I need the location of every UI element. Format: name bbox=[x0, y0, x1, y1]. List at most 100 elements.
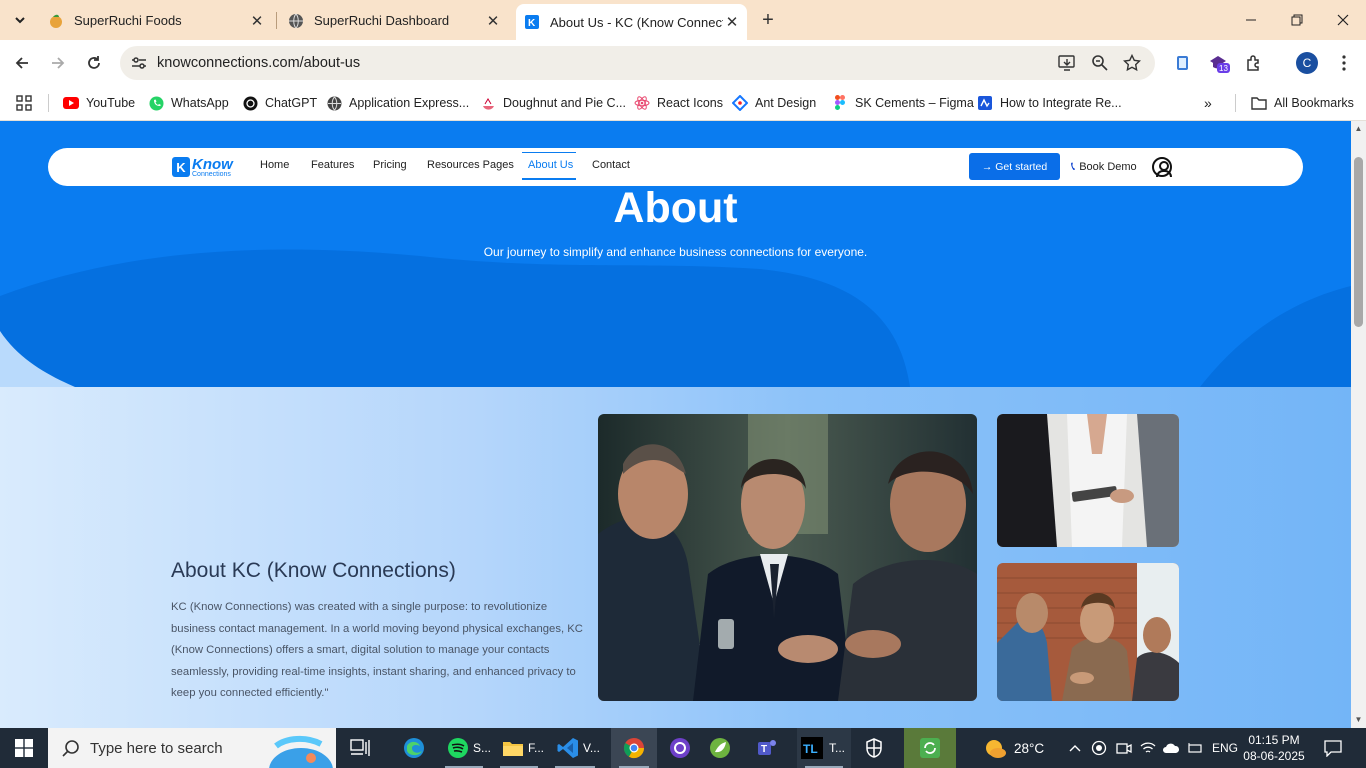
arrow-left-icon bbox=[15, 57, 28, 69]
nav-resources-pages[interactable]: Resources Pages bbox=[427, 159, 514, 171]
spring-tool-icon[interactable] bbox=[697, 728, 743, 768]
close-tab-icon[interactable]: ✕ bbox=[723, 13, 741, 31]
clock-date: 08-06-2025 bbox=[1243, 749, 1305, 763]
extension-badge-icon[interactable]: 13 bbox=[1208, 52, 1230, 74]
hero-title: About bbox=[613, 184, 738, 232]
tray-overflow-chevron-icon[interactable] bbox=[1068, 728, 1082, 768]
bookmark-star-icon[interactable] bbox=[1122, 53, 1142, 73]
tab-title: About Us - KC (Know Connectio bbox=[550, 14, 723, 30]
weather-widget[interactable]: 28°C bbox=[983, 728, 1044, 768]
close-window-button[interactable] bbox=[1320, 0, 1366, 40]
minimize-button[interactable] bbox=[1228, 0, 1274, 40]
chatgpt-icon bbox=[242, 95, 258, 111]
close-tab-icon[interactable]: ✕ bbox=[248, 12, 266, 30]
task-view-icon[interactable] bbox=[337, 728, 383, 768]
bookmark-label: WhatsApp bbox=[171, 96, 229, 110]
bookmark-doughnut-pie[interactable]: Doughnut and Pie C... bbox=[480, 92, 626, 114]
search-icon bbox=[62, 740, 79, 757]
bookmark-sk-cements-figma[interactable]: SK Cements – Figma bbox=[832, 92, 974, 114]
reload-icon bbox=[88, 56, 100, 69]
team-tablet-photo bbox=[997, 414, 1179, 547]
section-title: About KC (Know Connections) bbox=[171, 559, 456, 582]
know-connections-logo[interactable]: K Know Connections bbox=[172, 155, 233, 179]
svg-text:TL: TL bbox=[803, 742, 818, 756]
bookmark-how-to-integrate[interactable]: How to Integrate Re... bbox=[977, 92, 1122, 114]
user-profile-icon[interactable] bbox=[1152, 157, 1172, 177]
tab-about-us-kc[interactable]: K About Us - KC (Know Connectio ✕ bbox=[516, 4, 747, 40]
security-shield-icon[interactable] bbox=[851, 728, 897, 768]
nav-contact[interactable]: Contact bbox=[592, 159, 630, 171]
bookmark-label: SK Cements – Figma bbox=[855, 96, 974, 110]
bookmark-chatgpt[interactable]: ChatGPT bbox=[242, 92, 317, 114]
apex-icon bbox=[326, 95, 342, 111]
whatsapp-icon bbox=[148, 95, 164, 111]
bookmark-ant-design[interactable]: Ant Design bbox=[732, 92, 816, 114]
get-started-button[interactable]: → Get started bbox=[969, 153, 1060, 180]
record-icon[interactable] bbox=[1091, 728, 1107, 768]
teams-icon[interactable]: T bbox=[744, 728, 790, 768]
youtube-icon bbox=[63, 95, 79, 111]
battery-icon[interactable] bbox=[1187, 728, 1203, 768]
svg-text:T: T bbox=[761, 744, 767, 755]
clock[interactable]: 01:15 PM 08-06-2025 bbox=[1243, 728, 1305, 768]
scroll-up-arrow-icon[interactable]: ▲ bbox=[1351, 121, 1366, 135]
scroll-down-arrow-icon[interactable]: ▼ bbox=[1351, 712, 1366, 726]
notification-icon[interactable] bbox=[1323, 728, 1343, 768]
chart-icon bbox=[480, 95, 496, 111]
nav-home[interactable]: Home bbox=[260, 159, 289, 171]
zoom-icon[interactable] bbox=[1090, 53, 1110, 73]
bookmark-label: Application Express... bbox=[349, 96, 470, 110]
figma-icon bbox=[832, 95, 848, 111]
close-tab-icon[interactable]: ✕ bbox=[484, 12, 502, 30]
address-bar[interactable]: knowconnections.com/about-us bbox=[120, 46, 1155, 80]
camera-icon[interactable] bbox=[1116, 728, 1132, 768]
superruchi-favicon bbox=[48, 13, 64, 29]
forward-button[interactable] bbox=[46, 51, 70, 75]
file-explorer-taskbar-item[interactable]: F... bbox=[492, 728, 546, 768]
tab-search-button[interactable] bbox=[8, 8, 32, 32]
nav-pricing[interactable]: Pricing bbox=[373, 159, 407, 171]
site-settings-icon[interactable] bbox=[130, 54, 148, 72]
active-nav-overline bbox=[522, 152, 576, 153]
windows-logo-icon bbox=[15, 739, 33, 757]
taskbar-search-box[interactable]: Type here to search bbox=[48, 728, 336, 768]
chrome-taskbar-item[interactable] bbox=[611, 728, 657, 768]
bookmark-application-express[interactable]: Application Express... bbox=[326, 92, 469, 114]
restore-button[interactable] bbox=[1274, 0, 1320, 40]
back-button[interactable] bbox=[10, 51, 34, 75]
nav-about-us[interactable]: About Us bbox=[528, 159, 573, 171]
scrollbar-thumb[interactable] bbox=[1354, 157, 1363, 327]
svg-text:K: K bbox=[528, 18, 536, 29]
language-indicator[interactable]: ENG bbox=[1212, 728, 1238, 768]
install-app-icon[interactable] bbox=[1057, 53, 1077, 73]
bookmark-youtube[interactable]: YouTube bbox=[63, 92, 135, 114]
vscode-taskbar-item[interactable]: V... bbox=[547, 728, 603, 768]
browser-toolbar: knowconnections.com/about-us 13 C bbox=[0, 40, 1366, 86]
all-bookmarks-button[interactable]: All Bookmarks bbox=[1251, 92, 1354, 114]
extension-clipboard-icon[interactable] bbox=[1171, 52, 1193, 74]
onedrive-cloud-icon[interactable] bbox=[1162, 728, 1180, 768]
bookmark-divider bbox=[1235, 94, 1236, 112]
start-button[interactable] bbox=[0, 728, 48, 768]
new-tab-button[interactable]: + bbox=[757, 9, 779, 31]
nav-features[interactable]: Features bbox=[311, 159, 354, 171]
extensions-puzzle-icon[interactable] bbox=[1243, 52, 1265, 74]
extension-badge-count: 13 bbox=[1219, 64, 1228, 73]
spotify-taskbar-item[interactable]: S... bbox=[437, 728, 491, 768]
bookmark-label: React Icons bbox=[657, 96, 724, 110]
bookmark-label: Ant Design bbox=[755, 96, 817, 110]
edge-icon[interactable] bbox=[391, 728, 437, 768]
tab-superruchi-foods[interactable]: SuperRuchi Foods ✕ bbox=[44, 5, 270, 36]
wifi-icon[interactable] bbox=[1140, 728, 1156, 768]
menu-kebab-icon[interactable] bbox=[1333, 52, 1355, 74]
sync-app-icon[interactable] bbox=[904, 728, 956, 768]
tab-superruchi-dashboard[interactable]: SuperRuchi Dashboard ✕ bbox=[284, 5, 506, 36]
apps-grid-icon[interactable] bbox=[16, 92, 32, 114]
bookmark-whatsapp[interactable]: WhatsApp bbox=[148, 92, 229, 114]
bookmark-react-icons[interactable]: React Icons bbox=[634, 92, 723, 114]
more-bookmarks-chevron-icon[interactable]: » bbox=[1204, 92, 1212, 114]
terminal-taskbar-item[interactable]: TL T... bbox=[797, 728, 851, 768]
profile-avatar[interactable]: C bbox=[1296, 52, 1318, 74]
book-demo-button[interactable]: 📞︎ Book Demo bbox=[1071, 159, 1137, 174]
reload-button[interactable] bbox=[82, 51, 106, 75]
